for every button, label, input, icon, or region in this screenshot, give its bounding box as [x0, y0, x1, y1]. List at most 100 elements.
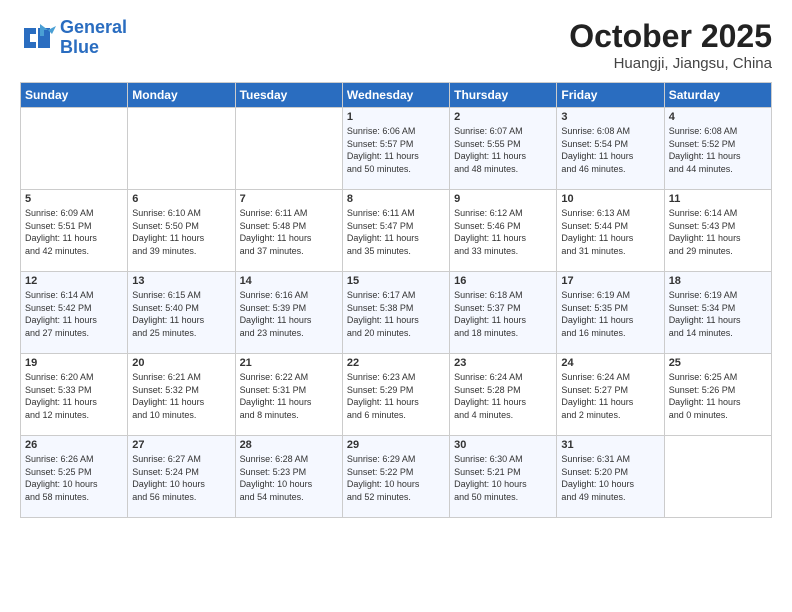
- header-tuesday: Tuesday: [235, 83, 342, 108]
- header-wednesday: Wednesday: [342, 83, 449, 108]
- cell-week5-day3: 29 Sunrise: 6:29 AMSunset: 5:22 PMDayligh…: [342, 436, 449, 518]
- day-info: Sunrise: 6:06 AMSunset: 5:57 PMDaylight:…: [347, 125, 445, 175]
- cell-week5-day4: 30 Sunrise: 6:30 AMSunset: 5:21 PMDayligh…: [450, 436, 557, 518]
- day-number: 14: [240, 275, 338, 287]
- day-info: Sunrise: 6:11 AMSunset: 5:48 PMDaylight:…: [240, 207, 338, 257]
- day-number: 4: [669, 111, 767, 123]
- day-info: Sunrise: 6:08 AMSunset: 5:54 PMDaylight:…: [561, 125, 659, 175]
- day-info: Sunrise: 6:11 AMSunset: 5:47 PMDaylight:…: [347, 207, 445, 257]
- cell-week4-day1: 20Sunrise: 6:21 AMSunset: 5:32 PMDayligh…: [128, 354, 235, 436]
- weekday-header-row: Sunday Monday Tuesday Wednesday Thursday…: [21, 83, 772, 108]
- day-info: Sunrise: 6:08 AMSunset: 5:52 PMDaylight:…: [669, 125, 767, 175]
- day-info: Sunrise: 6:24 AMSunset: 5:28 PMDaylight:…: [454, 371, 552, 421]
- cell-week1-day5: 3 Sunrise: 6:08 AMSunset: 5:54 PMDaylight…: [557, 108, 664, 190]
- cell-week1-day6: 4 Sunrise: 6:08 AMSunset: 5:52 PMDaylight…: [664, 108, 771, 190]
- day-info: Sunrise: 6:15 AMSunset: 5:40 PMDaylight:…: [132, 289, 230, 339]
- day-info: Sunrise: 6:23 AMSunset: 5:29 PMDaylight:…: [347, 371, 445, 421]
- cell-week2-day4: 9 Sunrise: 6:12 AMSunset: 5:46 PMDaylight…: [450, 190, 557, 272]
- cell-week5-day1: 27 Sunrise: 6:27 AMSunset: 5:24 PMDayligh…: [128, 436, 235, 518]
- day-info: Sunrise: 6:19 AMSunset: 5:35 PMDaylight:…: [561, 289, 659, 339]
- day-number: 6: [132, 193, 230, 205]
- day-number: 3: [561, 111, 659, 123]
- logo-text: General Blue: [60, 18, 127, 58]
- day-number: 25: [669, 357, 767, 369]
- week-row-1: 1 Sunrise: 6:06 AMSunset: 5:57 PMDaylight…: [21, 108, 772, 190]
- day-number: 27: [132, 439, 230, 451]
- day-number: 28: [240, 439, 338, 451]
- day-info: Sunrise: 6:25 AMSunset: 5:26 PMDaylight:…: [669, 371, 767, 421]
- week-row-3: 12 Sunrise: 6:14 AMSunset: 5:42 PMDayligh…: [21, 272, 772, 354]
- week-row-2: 5Sunrise: 6:09 AMSunset: 5:51 PMDaylight…: [21, 190, 772, 272]
- day-info: Sunrise: 6:07 AMSunset: 5:55 PMDaylight:…: [454, 125, 552, 175]
- day-info: Sunrise: 6:14 AMSunset: 5:42 PMDaylight:…: [25, 289, 123, 339]
- day-number: 9: [454, 193, 552, 205]
- day-number: 18: [669, 275, 767, 287]
- day-number: 11: [669, 193, 767, 205]
- day-info: Sunrise: 6:30 AMSunset: 5:21 PMDaylight:…: [454, 453, 552, 503]
- day-number: 13: [132, 275, 230, 287]
- day-info: Sunrise: 6:20 AMSunset: 5:33 PMDaylight:…: [25, 371, 123, 421]
- cell-week2-day0: 5Sunrise: 6:09 AMSunset: 5:51 PMDaylight…: [21, 190, 128, 272]
- day-number: 30: [454, 439, 552, 451]
- cell-week1-day0: [21, 108, 128, 190]
- day-number: 24: [561, 357, 659, 369]
- cell-week2-day2: 7Sunrise: 6:11 AMSunset: 5:48 PMDaylight…: [235, 190, 342, 272]
- header-sunday: Sunday: [21, 83, 128, 108]
- cell-week4-day4: 23 Sunrise: 6:24 AMSunset: 5:28 PMDayligh…: [450, 354, 557, 436]
- day-number: 26: [25, 439, 123, 451]
- day-info: Sunrise: 6:18 AMSunset: 5:37 PMDaylight:…: [454, 289, 552, 339]
- cell-week5-day0: 26Sunrise: 6:26 AMSunset: 5:25 PMDayligh…: [21, 436, 128, 518]
- cell-week5-day6: [664, 436, 771, 518]
- header-thursday: Thursday: [450, 83, 557, 108]
- logo-line2: Blue: [60, 37, 99, 57]
- cell-week4-day0: 19 Sunrise: 6:20 AMSunset: 5:33 PMDayligh…: [21, 354, 128, 436]
- day-info: Sunrise: 6:19 AMSunset: 5:34 PMDaylight:…: [669, 289, 767, 339]
- logo-line1: General: [60, 17, 127, 37]
- cell-week4-day2: 21 Sunrise: 6:22 AMSunset: 5:31 PMDayligh…: [235, 354, 342, 436]
- day-info: Sunrise: 6:16 AMSunset: 5:39 PMDaylight:…: [240, 289, 338, 339]
- week-row-4: 19 Sunrise: 6:20 AMSunset: 5:33 PMDayligh…: [21, 354, 772, 436]
- week-row-5: 26Sunrise: 6:26 AMSunset: 5:25 PMDayligh…: [21, 436, 772, 518]
- day-info: Sunrise: 6:17 AMSunset: 5:38 PMDaylight:…: [347, 289, 445, 339]
- cell-week2-day5: 10 Sunrise: 6:13 AMSunset: 5:44 PMDayligh…: [557, 190, 664, 272]
- cell-week3-day5: 17Sunrise: 6:19 AMSunset: 5:35 PMDayligh…: [557, 272, 664, 354]
- cell-week2-day6: 11 Sunrise: 6:14 AMSunset: 5:43 PMDayligh…: [664, 190, 771, 272]
- day-number: 10: [561, 193, 659, 205]
- header-friday: Friday: [557, 83, 664, 108]
- day-number: 12: [25, 275, 123, 287]
- day-number: 29: [347, 439, 445, 451]
- day-info: Sunrise: 6:29 AMSunset: 5:22 PMDaylight:…: [347, 453, 445, 503]
- cell-week1-day4: 2Sunrise: 6:07 AMSunset: 5:55 PMDaylight…: [450, 108, 557, 190]
- cell-week2-day1: 6 Sunrise: 6:10 AMSunset: 5:50 PMDaylight…: [128, 190, 235, 272]
- day-info: Sunrise: 6:27 AMSunset: 5:24 PMDaylight:…: [132, 453, 230, 503]
- cell-week3-day3: 15 Sunrise: 6:17 AMSunset: 5:38 PMDayligh…: [342, 272, 449, 354]
- day-info: Sunrise: 6:22 AMSunset: 5:31 PMDaylight:…: [240, 371, 338, 421]
- cell-week3-day1: 13 Sunrise: 6:15 AMSunset: 5:40 PMDayligh…: [128, 272, 235, 354]
- day-number: 21: [240, 357, 338, 369]
- day-info: Sunrise: 6:21 AMSunset: 5:32 PMDaylight:…: [132, 371, 230, 421]
- logo-icon: [20, 20, 56, 56]
- header-saturday: Saturday: [664, 83, 771, 108]
- day-number: 31: [561, 439, 659, 451]
- cell-week4-day5: 24 Sunrise: 6:24 AMSunset: 5:27 PMDayligh…: [557, 354, 664, 436]
- cell-week4-day3: 22Sunrise: 6:23 AMSunset: 5:29 PMDayligh…: [342, 354, 449, 436]
- day-number: 5: [25, 193, 123, 205]
- day-number: 1: [347, 111, 445, 123]
- cell-week1-day2: [235, 108, 342, 190]
- day-number: 16: [454, 275, 552, 287]
- calendar-subtitle: Huangji, Jiangsu, China: [569, 55, 772, 72]
- day-info: Sunrise: 6:10 AMSunset: 5:50 PMDaylight:…: [132, 207, 230, 257]
- day-number: 19: [25, 357, 123, 369]
- day-info: Sunrise: 6:24 AMSunset: 5:27 PMDaylight:…: [561, 371, 659, 421]
- cell-week4-day6: 25 Sunrise: 6:25 AMSunset: 5:26 PMDayligh…: [664, 354, 771, 436]
- cell-week1-day3: 1 Sunrise: 6:06 AMSunset: 5:57 PMDaylight…: [342, 108, 449, 190]
- day-info: Sunrise: 6:14 AMSunset: 5:43 PMDaylight:…: [669, 207, 767, 257]
- day-number: 23: [454, 357, 552, 369]
- day-info: Sunrise: 6:13 AMSunset: 5:44 PMDaylight:…: [561, 207, 659, 257]
- day-info: Sunrise: 6:12 AMSunset: 5:46 PMDaylight:…: [454, 207, 552, 257]
- day-number: 15: [347, 275, 445, 287]
- title-block: October 2025 Huangji, Jiangsu, China: [569, 18, 772, 72]
- cell-week5-day5: 31 Sunrise: 6:31 AMSunset: 5:20 PMDayligh…: [557, 436, 664, 518]
- header: General Blue October 2025 Huangji, Jiang…: [20, 18, 772, 72]
- day-info: Sunrise: 6:31 AMSunset: 5:20 PMDaylight:…: [561, 453, 659, 503]
